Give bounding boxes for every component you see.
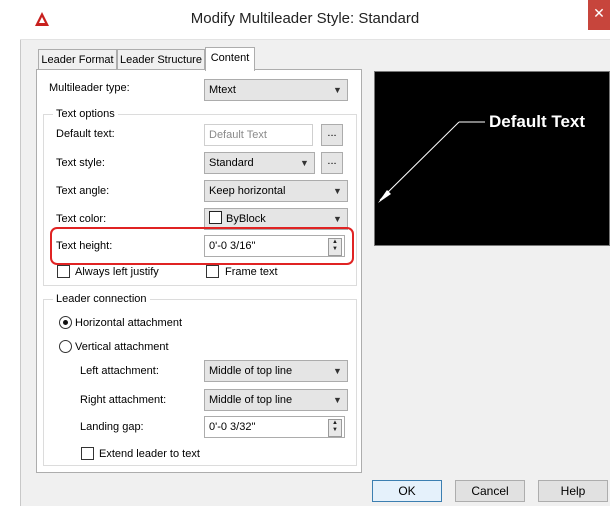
left-attachment-select[interactable]: Middle of top line ▼ [204,360,348,382]
landing-gap-label: Landing gap: [80,421,144,433]
preview-text: Default Text [489,112,586,131]
right-attachment-select[interactable]: Middle of top line ▼ [204,389,348,411]
always-left-justify-checkbox[interactable] [57,265,70,278]
vertical-attachment-radio[interactable] [59,340,72,353]
default-text-field[interactable]: Default Text [204,124,313,146]
chevron-down-icon: ▼ [333,395,342,405]
extend-leader-checkbox[interactable] [81,447,94,460]
left-attachment-value: Middle of top line [209,365,293,377]
leader-connection-legend: Leader connection [53,293,150,305]
right-attachment-value: Middle of top line [209,394,293,406]
multileader-type-value: Mtext [209,84,236,96]
tab-leader-structure[interactable]: Leader Structure [117,49,205,71]
landing-gap-value: 0'-0 3/32" [209,421,256,433]
chevron-down-icon: ▼ [300,158,309,168]
landing-gap-field[interactable]: 0'-0 3/32" ▲ ▼ [204,416,345,438]
frame-text-label: Frame text [225,266,278,278]
text-color-value: ByBlock [226,213,266,225]
close-button[interactable]: ✕ [588,0,610,30]
always-left-justify-label: Always left justify [75,266,159,278]
text-options-legend: Text options [53,108,118,120]
help-button[interactable]: Help [538,480,608,502]
preview-leader-graphic [378,121,485,203]
window-title: Modify Multileader Style: Standard [190,10,420,27]
radio-selected-dot [63,320,68,325]
chevron-down-icon: ▼ [333,214,342,224]
chevron-down-icon: ▼ [333,366,342,376]
text-height-highlight [50,227,354,265]
text-style-label: Text style: [56,157,105,169]
style-preview: Default Text [374,71,610,246]
multileader-type-label: Multileader type: [49,82,130,94]
right-attachment-label: Right attachment: [80,394,167,406]
text-angle-label: Text angle: [56,185,110,197]
color-swatch-icon [209,211,222,224]
spinner-icon[interactable]: ▲ ▼ [328,419,342,437]
horizontal-attachment-label: Horizontal attachment [75,317,182,329]
text-angle-select[interactable]: Keep horizontal ▼ [204,180,348,202]
text-style-value: Standard [209,157,254,169]
tab-content[interactable]: Content [205,47,255,71]
multileader-type-select[interactable]: Mtext ▼ [204,79,348,101]
tab-leader-format[interactable]: Leader Format [38,49,117,71]
frame-text-checkbox[interactable] [206,265,219,278]
chevron-down-icon: ▼ [333,85,342,95]
horizontal-attachment-radio[interactable] [59,316,72,329]
cancel-button[interactable]: Cancel [455,480,525,502]
vertical-attachment-label: Vertical attachment [75,341,169,353]
default-text-label: Default text: [56,128,115,140]
extend-leader-label: Extend leader to text [99,448,200,460]
text-style-select[interactable]: Standard ▼ [204,152,315,174]
text-style-browse-button[interactable]: ... [321,152,343,174]
chevron-down-icon: ▼ [333,186,342,196]
left-attachment-label: Left attachment: [80,365,159,377]
text-angle-value: Keep horizontal [209,185,286,197]
ok-button[interactable]: OK [372,480,442,502]
text-color-label: Text color: [56,213,107,225]
default-text-browse-button[interactable]: ... [321,124,343,146]
